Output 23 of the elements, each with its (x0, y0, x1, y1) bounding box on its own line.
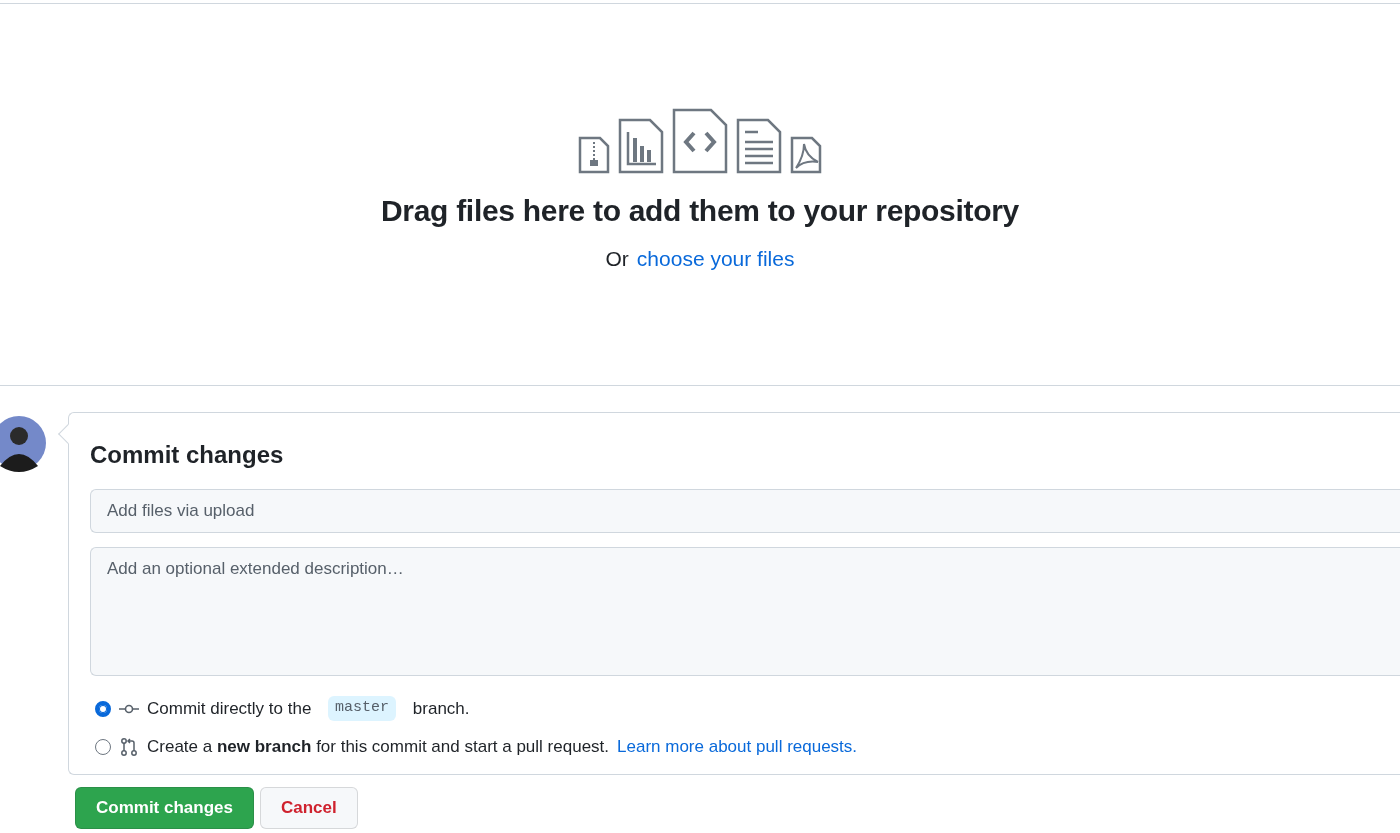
commit-summary-field[interactable]: Add files via upload (90, 489, 1400, 533)
option-label: branch. (411, 697, 470, 720)
drop-zone[interactable]: Drag files here to add them to your repository Or choose your files (0, 3, 1400, 386)
commit-button[interactable]: Commit changes (75, 787, 254, 829)
radio-button[interactable] (95, 738, 111, 755)
option-label: Commit directly to the (147, 697, 313, 720)
radio-button[interactable] (95, 700, 111, 717)
drop-zone-prompt: Or (605, 246, 629, 272)
option-label: Create a new branch for this commit and start a pull request. (147, 735, 610, 758)
commit-icon (119, 702, 139, 715)
pdf-file-icon (790, 136, 822, 174)
commit-heading: Commit changes (90, 440, 285, 470)
text-file-icon (736, 118, 782, 174)
choose-files-link[interactable]: choose your files (636, 243, 795, 275)
pull-request-icon (119, 736, 139, 757)
code-file-icon (672, 108, 728, 174)
branch-name: master (328, 696, 397, 721)
description-field[interactable]: Add an optional extended description… (90, 546, 1400, 676)
pull-requests-link[interactable]: Learn more about pull requests. (617, 733, 858, 760)
zip-file-icon (578, 136, 610, 174)
drop-zone-title: Drag files here to add them to your repository (381, 193, 1019, 229)
chart-file-icon (618, 118, 664, 174)
cancel-button[interactable]: Cancel (260, 787, 358, 829)
